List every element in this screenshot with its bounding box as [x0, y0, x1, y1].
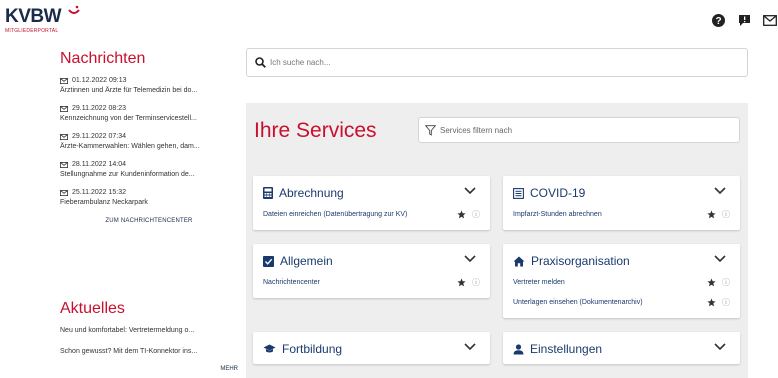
service-card-abrechnung: Abrechnung Dateien einreichen (Datenüber…: [253, 176, 490, 230]
top-bar: KVBW MITGLIEDERPORTAL ?: [0, 0, 778, 44]
kvbw-logo[interactable]: KVBW MITGLIEDERPORTAL: [5, 5, 80, 34]
card-header[interactable]: COVID-19: [513, 186, 585, 200]
chevron-down-icon[interactable]: [714, 255, 726, 263]
info-icon[interactable]: ⓘ: [472, 209, 480, 220]
news-date: 28.11.2022 14:04: [72, 161, 126, 168]
card-header[interactable]: Einstellungen: [513, 342, 602, 356]
news-text: Fieberambulanz Neckarpark: [60, 199, 148, 206]
chevron-down-icon[interactable]: [714, 343, 726, 351]
calculator-icon: [263, 187, 273, 199]
aktuelles-item[interactable]: Schon gewusst? Mit dem TI-Konnektor ins.…: [60, 347, 238, 357]
service-link[interactable]: Nachrichtencenter: [263, 279, 457, 286]
chevron-down-icon[interactable]: [464, 255, 476, 263]
search-placeholder: Ich suche nach...: [270, 58, 331, 67]
card-title: Fortbildung: [282, 342, 343, 356]
news-item[interactable]: 28.11.2022 14:04 Stellungnahme zur Kunde…: [60, 160, 238, 180]
service-link-row: Vertreter melden ⓘ: [513, 277, 730, 288]
services-filter-input[interactable]: Services filtern nach: [418, 117, 740, 143]
service-card-allgemein: Allgemein Nachrichtencenter ⓘ: [253, 244, 490, 298]
aktuelles-item[interactable]: Neu und komfortabel: Vertretermeldung o.…: [60, 326, 238, 336]
news-item[interactable]: 01.12.2022 09:13 Ärztinnen und Ärzte für…: [60, 76, 238, 96]
news-text: Ärzte-Kammerwahlen: Wählen gehen, dam...: [60, 143, 200, 150]
news-center-link[interactable]: ZUM NACHRICHTENCENTER: [60, 218, 238, 224]
news-date: 01.12.2022 09:13: [72, 77, 127, 84]
search-input[interactable]: Ich suche nach...: [246, 48, 748, 77]
card-title: Abrechnung: [279, 186, 344, 200]
aktuelles-column: Aktuelles Neu und komfortabel: Vertreter…: [60, 300, 238, 372]
service-card-einstellungen: Einstellungen: [503, 332, 740, 364]
star-icon[interactable]: [457, 278, 466, 287]
info-icon[interactable]: ⓘ: [722, 297, 730, 308]
card-header[interactable]: Fortbildung: [263, 342, 342, 356]
info-icon[interactable]: ⓘ: [722, 277, 730, 288]
service-link[interactable]: Unterlagen einsehen (Dokumentenarchiv): [513, 299, 707, 306]
card-title: Praxisorganisation: [531, 254, 630, 268]
star-icon[interactable]: [457, 210, 466, 219]
news-column: Nachrichten 01.12.2022 09:13 Ärztinnen u…: [60, 50, 238, 224]
card-header[interactable]: Allgemein: [263, 254, 333, 268]
news-item[interactable]: 29.11.2022 07:34 Ärzte-Kammerwahlen: Wäh…: [60, 132, 238, 152]
filter-icon: [425, 124, 436, 136]
news-list: 01.12.2022 09:13 Ärztinnen und Ärzte für…: [60, 76, 238, 208]
filter-placeholder: Services filtern nach: [440, 125, 513, 135]
logo-subtitle: MITGLIEDERPORTAL: [5, 28, 59, 34]
services-panel: Ihre Services Services filtern nach Abre…: [246, 103, 748, 378]
service-link[interactable]: Dateien einreichen (Datenübertragung zur…: [263, 211, 457, 218]
news-text: Stellungnahme zur Kundeninformation de..…: [60, 171, 195, 178]
card-title: COVID-19: [530, 186, 586, 200]
service-link[interactable]: Vertreter melden: [513, 279, 707, 286]
envelope-icon: [60, 190, 68, 196]
logo-smile-icon: [68, 5, 80, 14]
chevron-down-icon[interactable]: [464, 343, 476, 351]
news-date: 29.11.2022 08:23: [72, 105, 126, 112]
card-title: Allgemein: [280, 254, 333, 268]
checkbox-icon: [263, 255, 274, 267]
services-title: Ihre Services: [254, 119, 377, 142]
service-card-covid-19: COVID-19 Impfarzt-Stunden abrechnen ⓘ: [503, 176, 740, 230]
news-text: Kennzeichnung von der Terminservicestell…: [60, 115, 197, 122]
news-item[interactable]: 29.11.2022 08:23 Kennzeichnung von der T…: [60, 104, 238, 124]
document-icon: [513, 187, 524, 199]
card-header[interactable]: Abrechnung: [263, 186, 344, 200]
service-link-row: Nachrichtencenter ⓘ: [263, 277, 480, 288]
news-item[interactable]: 25.11.2022 15:32 Fieberambulanz Neckarpa…: [60, 188, 238, 208]
service-link[interactable]: Impfarzt-Stunden abrechnen: [513, 211, 707, 218]
service-card-fortbildung: Fortbildung: [253, 332, 490, 364]
envelope-icon: [60, 134, 68, 140]
envelope-icon: [60, 162, 68, 168]
chevron-down-icon[interactable]: [714, 187, 726, 195]
home-icon: [513, 256, 525, 266]
feedback-icon[interactable]: [736, 12, 752, 28]
svg-text:?: ?: [715, 16, 721, 27]
search-icon: [255, 57, 266, 68]
top-icons: ?: [710, 12, 778, 28]
star-icon[interactable]: [707, 210, 716, 219]
card-title: Einstellungen: [530, 342, 603, 356]
news-date: 29.11.2022 07:34: [72, 133, 126, 140]
logo-text: KVBW: [5, 6, 62, 27]
news-date: 25.11.2022 15:32: [72, 189, 126, 196]
service-link-row: Impfarzt-Stunden abrechnen ⓘ: [513, 209, 730, 220]
info-icon[interactable]: ⓘ: [722, 209, 730, 220]
info-icon[interactable]: ⓘ: [472, 277, 480, 288]
more-link[interactable]: MEHR: [60, 366, 238, 372]
mail-icon[interactable]: [762, 12, 778, 28]
help-icon[interactable]: ?: [710, 12, 726, 28]
envelope-icon: [60, 78, 68, 84]
news-title: Nachrichten: [60, 50, 146, 67]
service-link-row: Unterlagen einsehen (Dokumentenarchiv) ⓘ: [513, 297, 730, 308]
envelope-icon: [60, 106, 68, 112]
card-header[interactable]: Praxisorganisation: [513, 254, 630, 268]
star-icon[interactable]: [707, 278, 716, 287]
user-icon: [513, 343, 524, 354]
chevron-down-icon[interactable]: [464, 187, 476, 195]
aktuelles-title: Aktuelles: [60, 300, 125, 317]
news-text: Ärztinnen und Ärzte für Telemedizin bei …: [60, 87, 198, 94]
service-link-row: Dateien einreichen (Datenübertragung zur…: [263, 209, 480, 220]
service-card-praxisorganisation: Praxisorganisation Vertreter melden ⓘ Un…: [503, 244, 740, 318]
star-icon[interactable]: [707, 298, 716, 307]
graduation-cap-icon: [263, 344, 276, 353]
